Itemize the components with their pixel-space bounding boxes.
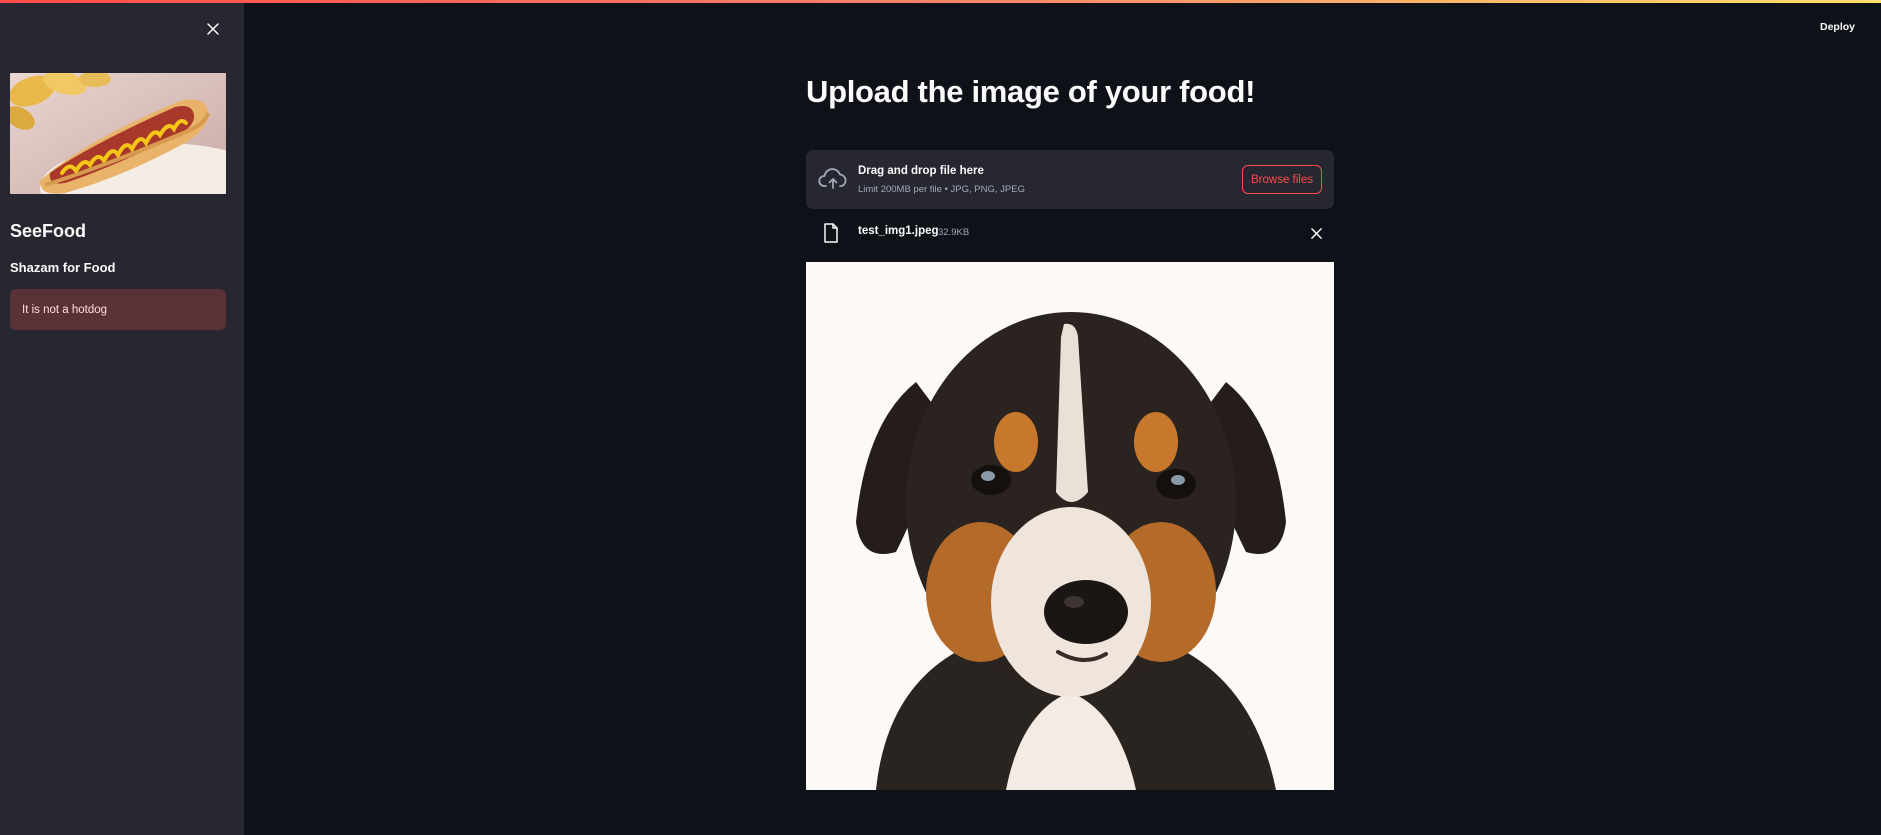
close-icon xyxy=(207,23,219,35)
top-decoration-bar xyxy=(0,0,1881,3)
hotdog-image xyxy=(10,73,226,194)
dropzone-instruction: Drag and drop file here xyxy=(858,165,984,177)
app-title: SeeFood xyxy=(10,221,87,241)
close-icon xyxy=(1310,227,1322,239)
file-name: test_img1.jpeg xyxy=(858,225,939,237)
app-subtitle: Shazam for Food xyxy=(10,260,116,275)
file-size: 32.9KB xyxy=(938,227,970,238)
uploaded-file-row: test_img1.jpeg 32.9KB xyxy=(806,220,1334,246)
page-title: Upload the image of your food! xyxy=(806,74,1256,109)
file-dropzone[interactable]: Drag and drop file here Limit 200MB per … xyxy=(806,150,1334,209)
deploy-button[interactable]: Deploy xyxy=(1820,21,1855,33)
cloud-upload-icon xyxy=(818,168,847,189)
remove-file-button[interactable] xyxy=(1306,223,1326,243)
result-alert: It is not a hotdog xyxy=(10,289,226,330)
puppy-photo xyxy=(806,262,1334,790)
browse-files-button[interactable]: Browse files xyxy=(1242,165,1322,194)
close-sidebar-button[interactable] xyxy=(202,18,224,40)
dropzone-limit: Limit 200MB per file • JPG, PNG, JPEG xyxy=(858,184,1025,195)
sidebar: SeeFood Shazam for Food It is not a hotd… xyxy=(0,0,244,835)
file-icon xyxy=(824,223,838,243)
